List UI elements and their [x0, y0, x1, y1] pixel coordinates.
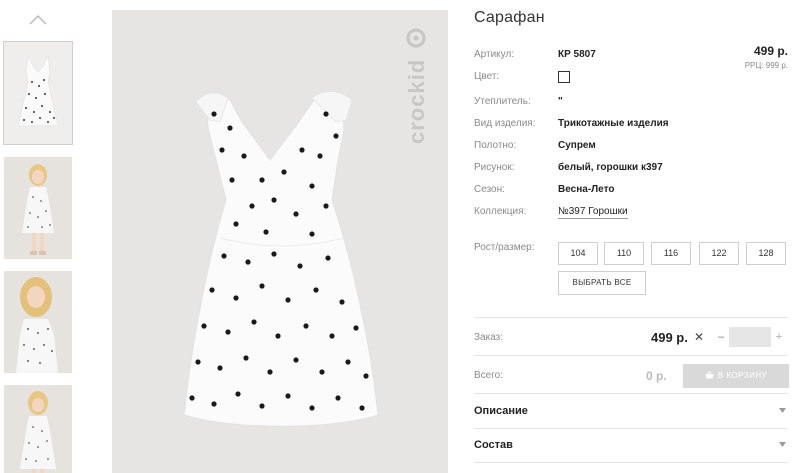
total-price: 0 р.: [646, 369, 667, 383]
attribute-value-pattern: белый, горошки к397: [558, 162, 663, 173]
times-icon: ✕: [694, 330, 705, 344]
model-thumbnail-image: [4, 271, 72, 373]
attribute-value-fabric: Супрем: [558, 140, 596, 151]
attribute-label-article: Артикул:: [474, 49, 515, 60]
divider: [474, 462, 788, 463]
collection-link[interactable]: №397 Горошки: [558, 206, 628, 219]
attribute-label-fabric: Полотно:: [474, 140, 517, 151]
size-label: Рост/размер:: [474, 242, 535, 253]
attribute-value-type: Трикотажные изделия: [558, 118, 669, 129]
triangle-down-icon[interactable]: [779, 408, 786, 413]
attribute-value-season: Весна-Лето: [558, 184, 615, 195]
divider: [474, 393, 788, 394]
accordion-description[interactable]: Описание: [474, 405, 528, 417]
thumbnail-dress-front[interactable]: [3, 41, 73, 145]
thumbnail-model-2[interactable]: [4, 271, 72, 373]
order-price: 499 р.: [651, 330, 688, 345]
model-thumbnail-image: [4, 385, 72, 473]
dress-thumbnail-image: [4, 42, 72, 144]
color-swatch[interactable]: [558, 71, 570, 83]
triangle-down-icon[interactable]: [779, 442, 786, 447]
select-all-sizes-button[interactable]: ВЫБРАТЬ ВСЕ: [558, 271, 646, 295]
divider: [474, 428, 788, 429]
product-rrp: РРЦ: 999 р.: [744, 61, 788, 70]
quantity-increase-button[interactable]: +: [774, 331, 784, 343]
chevron-up-icon[interactable]: [27, 12, 49, 28]
quantity-decrease-button[interactable]: –: [716, 331, 726, 343]
product-price: 499 р.: [753, 44, 788, 58]
attribute-label-pattern: Рисунок:: [474, 162, 515, 173]
svg-text:crockid: crockid: [404, 59, 429, 144]
attribute-value-article: КР 5807: [558, 49, 596, 60]
attribute-label-collection: Коллекция:: [474, 206, 527, 217]
thumbnail-model-3[interactable]: [4, 385, 72, 473]
product-main-image: crockid: [112, 10, 448, 473]
product-title: Сарафан: [474, 9, 545, 26]
attribute-value-insulation: ": [558, 96, 563, 107]
size-option-110[interactable]: 110: [604, 242, 644, 265]
attribute-label-insulation: Утеплитель:: [474, 96, 531, 107]
thumbnail-model-1[interactable]: [4, 157, 72, 259]
divider: [474, 317, 788, 318]
basket-icon: [705, 370, 714, 379]
size-option-128[interactable]: 128: [746, 242, 786, 265]
crockid-logo: crockid: [404, 28, 429, 144]
size-option-104[interactable]: 104: [558, 242, 598, 265]
divider: [474, 355, 788, 356]
quantity-input[interactable]: [729, 327, 771, 347]
total-label: Всего:: [474, 370, 503, 381]
thumbnail-strip: [0, 0, 76, 473]
order-label: Заказ:: [474, 332, 504, 343]
accordion-composition[interactable]: Состав: [474, 439, 513, 451]
attribute-label-type: Вид изделия:: [474, 118, 536, 129]
add-to-cart-button[interactable]: В КОРЗИНУ: [683, 364, 789, 388]
attribute-label-color: Цвет:: [474, 71, 500, 82]
size-option-122[interactable]: 122: [699, 242, 739, 265]
size-option-116[interactable]: 116: [651, 242, 691, 265]
model-thumbnail-image: [4, 157, 72, 259]
add-to-cart-label: В КОРЗИНУ: [717, 371, 768, 380]
attribute-label-season: Сезон:: [474, 184, 505, 195]
